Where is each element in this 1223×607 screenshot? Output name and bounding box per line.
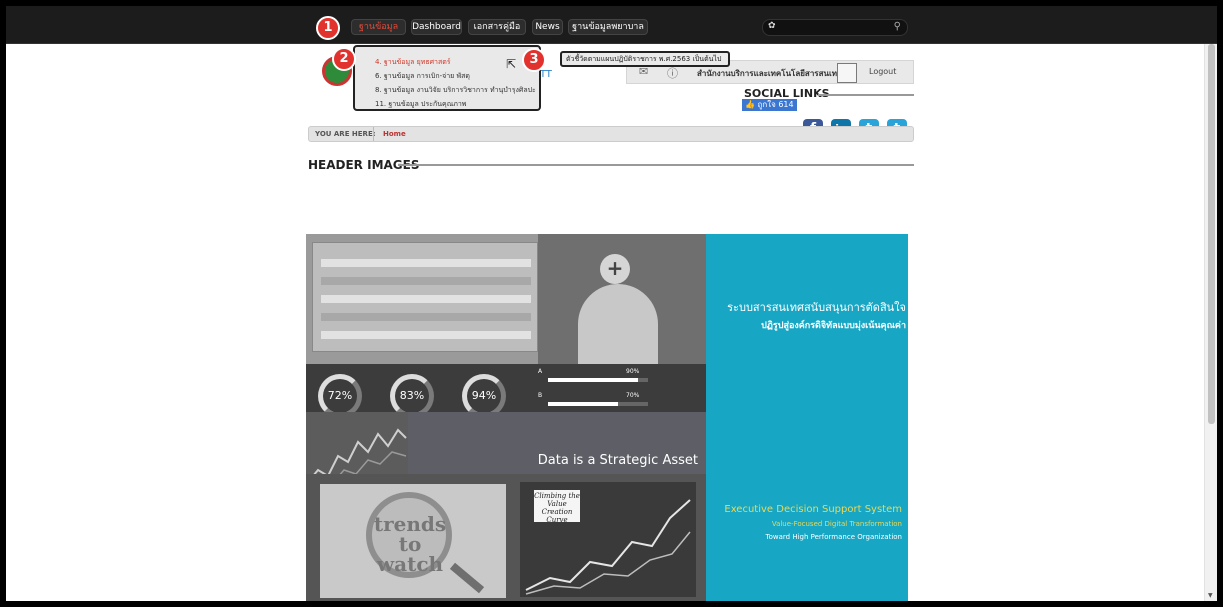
banner-thai-title: ระบบสารสนเทศสนับสนุนการตัดสินใจ — [727, 301, 906, 314]
info-icon[interactable]: ⓘ — [667, 65, 678, 81]
plus-icon: + — [600, 254, 630, 284]
strategic-asset-text: Data is a Strategic Asset — [537, 453, 698, 468]
divider — [818, 94, 914, 96]
screens-image — [312, 242, 538, 352]
scrollbar-thumb[interactable] — [1208, 44, 1215, 424]
progress-fill — [548, 378, 638, 382]
menu-item-research[interactable]: 8. ฐานข้อมูล งานวิจัย บริการวิชาการ ทำนุ… — [375, 85, 536, 96]
banner-collage: + 72% 83% 94% A 90% B 70% Data is a Stra… — [306, 234, 706, 601]
banner-spacer — [306, 178, 914, 234]
search-input[interactable]: ✿ ⚲ — [762, 19, 908, 36]
banner-lower-band: trends to watch Climbing the Value Creat… — [306, 474, 706, 601]
bar-label: B — [538, 392, 543, 399]
search-icon[interactable]: ⚲ — [894, 21, 901, 32]
touch-panel-image: + — [538, 234, 706, 364]
banner-text-panel: ระบบสารสนเทศสนับสนุนการตัดสินใจ ปฏิรูปสู… — [706, 234, 908, 601]
scroll-down-icon[interactable]: ▼ — [1208, 592, 1213, 599]
nav-nurse-database[interactable]: ฐานข้อมูลพยาบาล — [568, 19, 648, 35]
nav-news[interactable]: News — [532, 19, 563, 35]
step-badge-2: 2 — [332, 47, 356, 71]
magnifier-handle — [449, 562, 485, 594]
step-badge-3: 3 — [522, 48, 546, 72]
hand-image — [578, 284, 658, 364]
banner-english-title: Executive Decision Support System — [724, 504, 902, 515]
language-icon[interactable]: ✿ — [768, 21, 776, 31]
value-curve-image: Climbing the Value Creation Curve — [520, 482, 696, 597]
logout-button[interactable]: Logout — [869, 67, 896, 76]
banner-thai-subtitle: ปฏิรูปสู่องค์กรดิจิทัลแบบมุ่งเน้นคุณค่า — [761, 321, 906, 331]
breadcrumb-label: YOU ARE HERE: — [315, 130, 376, 138]
divider — [373, 127, 374, 141]
step-badge-1: 1 — [316, 16, 340, 40]
trends-text: trends to watch — [373, 512, 447, 576]
avatar — [837, 63, 857, 83]
breadcrumb-home-link[interactable]: Home — [383, 130, 406, 138]
org-name: สำนักงานบริการและเทคโนโลยีสารสนเทศ — [697, 69, 843, 78]
strategic-asset-panel: Data is a Strategic Asset — [408, 412, 706, 474]
fb-like-button[interactable]: 👍 ถูกใจ 614 — [742, 99, 797, 111]
progress-fill — [548, 402, 618, 406]
database-dropdown-menu: 4. ฐานข้อมูล ยุทธศาสตร์ 6. ฐานข้อมูล การ… — [353, 45, 541, 111]
bar-value: 90% — [626, 368, 640, 375]
nav-documents[interactable]: เอกสารคู่มือ — [468, 19, 526, 35]
banner-english-subtitle-2: Toward High Performance Organization — [765, 533, 902, 541]
header-banner-image: + 72% 83% 94% A 90% B 70% Data is a Stra… — [306, 234, 908, 601]
trends-image: trends to watch — [320, 484, 506, 598]
submenu-tooltip[interactable]: ตัวชี้วัดตามแผนปฏิบัติราชการ พ.ศ.2563 เป… — [560, 51, 730, 67]
banner-english-subtitle: Value-Focused Digital Transformation — [771, 520, 902, 528]
breadcrumb: YOU ARE HERE: Home — [308, 126, 914, 142]
top-nav-bar: ฐานข้อมูล Dashboard เอกสารคู่มือ News ฐา… — [6, 6, 1217, 44]
nav-database[interactable]: ฐานข้อมูล — [351, 19, 406, 35]
menu-item-procurement[interactable]: 6. ฐานข้อมูล การเบิก-จ่าย พัสดุ — [375, 71, 470, 82]
bar-label: A — [538, 368, 543, 375]
menu-item-strategy[interactable]: 4. ฐานข้อมูล ยุทธศาสตร์ — [375, 57, 451, 68]
browser-viewport: ฐานข้อมูล Dashboard เอกสารคู่มือ News ฐา… — [6, 6, 1217, 601]
bar-value: 70% — [626, 392, 640, 399]
page-scrollbar[interactable]: ▼ — [1204, 44, 1217, 601]
menu-item-quality[interactable]: 11. ฐานข้อมูล ประกันคุณภาพ — [375, 99, 466, 110]
mouse-cursor-icon: ⇱ — [506, 57, 517, 71]
nav-dashboard[interactable]: Dashboard — [411, 19, 462, 35]
divider — [398, 164, 914, 166]
